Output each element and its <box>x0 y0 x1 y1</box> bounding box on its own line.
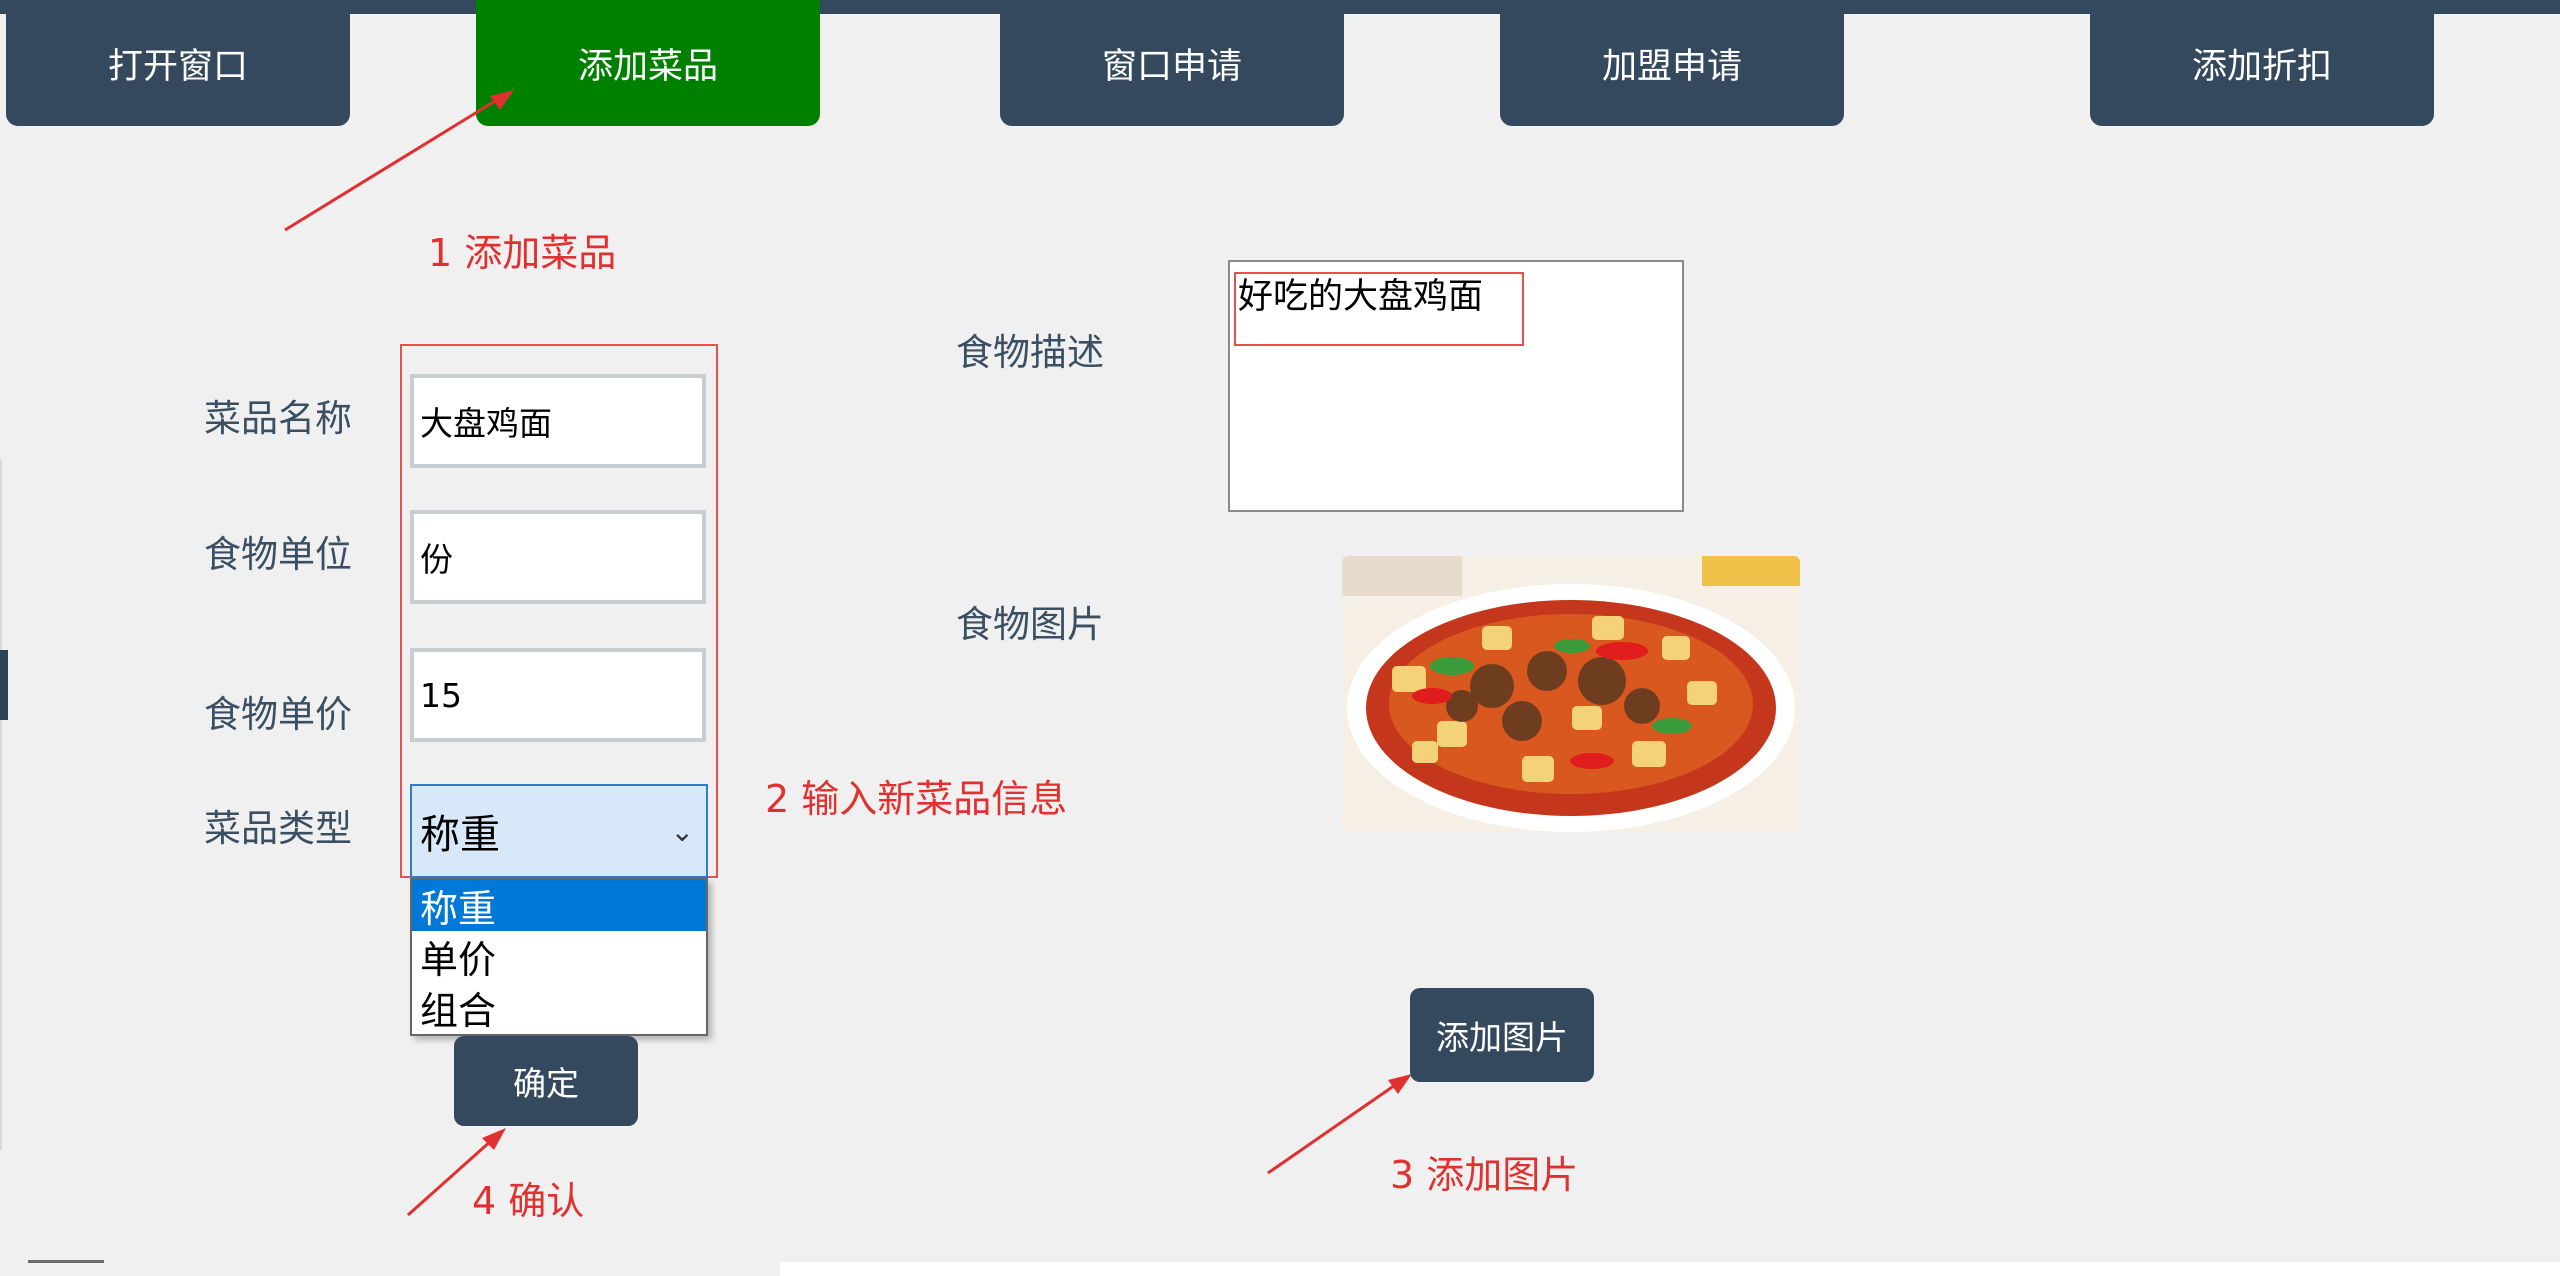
description-highlight-box <box>1234 272 1524 346</box>
confirm-button[interactable]: 确定 <box>454 1036 638 1126</box>
arrow-step1 <box>284 96 501 232</box>
image-label: 食物图片 <box>956 603 1104 646</box>
description-label: 食物描述 <box>956 331 1104 374</box>
chevron-down-icon[interactable]: ⌄ <box>671 786 694 876</box>
dish-name-label: 菜品名称 <box>204 397 352 440</box>
unit-input[interactable]: 份 <box>410 510 706 604</box>
dish-type-select[interactable]: 称重 ⌄ <box>410 784 708 878</box>
price-input[interactable]: 15 <box>410 648 706 742</box>
dish-name-input[interactable]: 大盘鸡面 <box>410 374 706 468</box>
dish-type-option[interactable]: 单价 <box>412 931 706 982</box>
bottom-divider <box>28 1260 104 1263</box>
annotation-step1: 1 添加菜品 <box>428 231 617 275</box>
bottom-strip <box>780 1262 2560 1276</box>
description-textarea[interactable]: 好吃的大盘鸡面 <box>1228 260 1684 512</box>
dish-type-option[interactable]: 称重 <box>412 880 706 931</box>
dish-type-selected: 称重 <box>420 812 500 858</box>
annotation-arrows <box>284 90 1412 1217</box>
food-image <box>1342 556 1800 832</box>
annotation-step4: 4 确认 <box>472 1179 585 1223</box>
arrow-step3 <box>1267 1081 1399 1175</box>
annotation-step2: 2 输入新菜品信息 <box>765 777 1068 821</box>
background-window-edge <box>0 460 260 1150</box>
background-window-tab <box>0 650 8 720</box>
dish-type-option[interactable]: 组合 <box>412 982 706 1033</box>
annotation-step3: 3 添加图片 <box>1390 1153 1579 1197</box>
dish-type-dropdown: 称重 单价 组合 <box>410 878 708 1036</box>
add-image-button[interactable]: 添加图片 <box>1410 988 1594 1082</box>
